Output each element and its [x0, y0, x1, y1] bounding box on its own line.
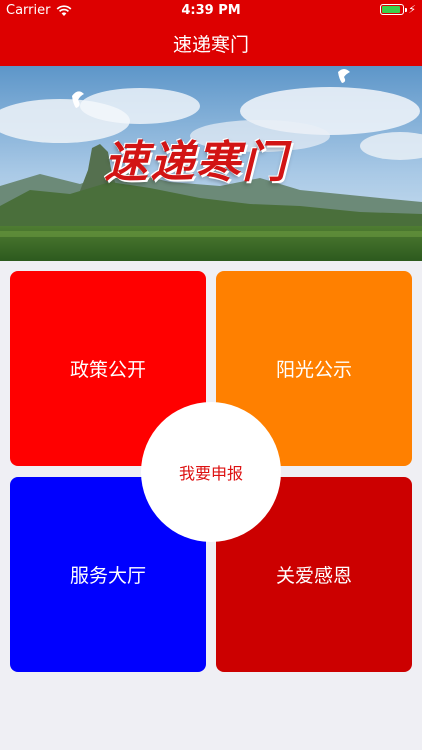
apply-button[interactable]: 我要申报 [141, 402, 281, 542]
tile-label-service-hall: 服务大厅 [69, 565, 146, 587]
status-bar: Carrier 4:39 PM ⚡ [0, 0, 422, 22]
tile-label-public-notice: 阳光公示 [275, 359, 352, 381]
status-time: 4:39 PM [181, 3, 241, 18]
nav-title: 速递寒门 [172, 34, 249, 56]
tile-label-care-gratitude: 关爱感恩 [275, 565, 352, 587]
battery-fill [382, 6, 401, 13]
banner-image: 速递寒门 [0, 66, 422, 261]
banner-title: 速递寒门 [104, 137, 288, 188]
top-bar: Carrier 4:39 PM ⚡ 速递寒门 [0, 0, 422, 66]
tile-label-policy: 政策公开 [69, 359, 146, 381]
battery-icon [380, 4, 408, 15]
status-right: ⚡ [380, 3, 416, 16]
charging-bolt-icon: ⚡ [408, 3, 416, 16]
apply-button-label: 我要申报 [178, 464, 243, 483]
